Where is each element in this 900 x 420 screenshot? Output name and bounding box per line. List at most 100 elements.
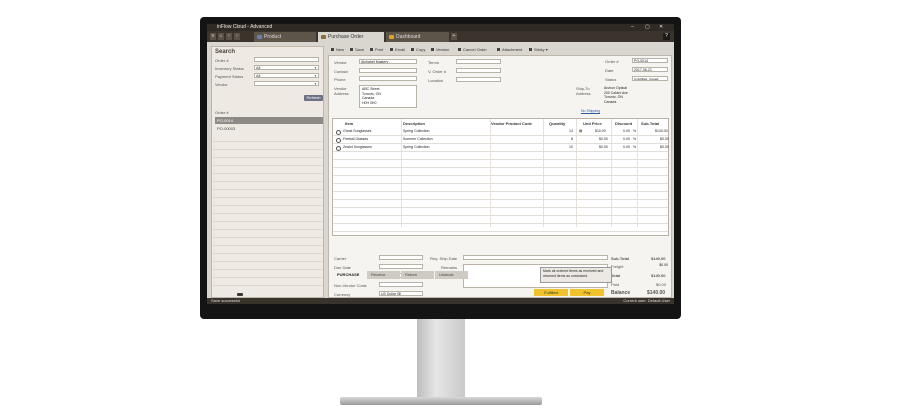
close-button[interactable]: ✕ — [659, 24, 663, 31]
column-header-vendor-code[interactable]: Vendor Product Code — [491, 121, 532, 126]
tab-purchase-order[interactable]: Purchase Order — [318, 32, 384, 42]
back-icon[interactable]: ‹ — [226, 33, 232, 40]
chevron-down-icon: ▼ — [314, 74, 317, 78]
pay-button[interactable]: Pay — [570, 289, 604, 296]
table-row[interactable] — [333, 160, 668, 168]
vendor-order-label: V. Order # — [428, 69, 447, 74]
phone-input[interactable] — [359, 76, 417, 81]
refresh-button[interactable]: Refresh — [304, 95, 323, 101]
current-user: Current user: Default User — [623, 298, 670, 303]
fulfilled-button[interactable]: Fulfilled — [534, 289, 568, 296]
order-list-header[interactable]: Order # — [215, 110, 229, 115]
description-cell[interactable]: Spring Collection — [403, 129, 429, 133]
table-row[interactable] — [333, 216, 668, 224]
quantity-cell[interactable]: 14 — [569, 129, 573, 133]
vendor-address-box[interactable]: ABC Street Toronto, ON Canada H0H 0H0 — [359, 85, 417, 108]
column-header-discount[interactable]: Discount — [615, 121, 632, 126]
no-shipping-link[interactable]: No Shipping — [581, 109, 600, 113]
carrier-select[interactable] — [379, 255, 423, 260]
table-row[interactable] — [333, 152, 668, 160]
item-cell[interactable]: Zealot Sunglasses — [343, 145, 372, 149]
document-icon[interactable]: ▤ — [579, 129, 582, 133]
help-button[interactable]: ? — [663, 33, 670, 40]
tab-dashboard[interactable]: Dashboard — [386, 32, 449, 42]
table-row[interactable] — [333, 176, 668, 184]
row-select-radio[interactable] — [336, 146, 341, 151]
quantity-cell[interactable]: 8 — [571, 137, 573, 141]
save-button[interactable]: Save — [350, 47, 364, 52]
order-list-item[interactable]: PO-00003 — [215, 125, 323, 132]
menu-icon[interactable]: ≡ — [210, 33, 216, 40]
order-items-table: Item Description Vendor Product Code Qua… — [332, 118, 669, 236]
vendor-select[interactable]: ▼ — [254, 81, 319, 86]
column-header-item[interactable]: Item — [345, 121, 353, 126]
print-button[interactable]: Print — [370, 47, 383, 52]
minimize-button[interactable]: – — [631, 24, 634, 31]
table-row[interactable]: Zealot Sunglasses Spring Collection 10 $… — [333, 144, 669, 152]
currency-select[interactable]: US Dollar ($) — [379, 291, 423, 296]
home-icon[interactable]: ⌂ — [218, 33, 224, 40]
table-row[interactable] — [333, 200, 668, 208]
cancel-order-button[interactable]: Cancel Order — [458, 47, 487, 52]
non-vendor-costs-select[interactable] — [379, 282, 423, 287]
location-select[interactable] — [456, 77, 501, 82]
add-tab-button[interactable]: + — [451, 33, 457, 40]
quantity-cell[interactable]: 10 — [569, 145, 573, 149]
column-header-sub-total[interactable]: Sub-Total — [641, 121, 659, 126]
ship-to-address[interactable]: Archon Optical 200 Calder Ave Toronto, O… — [602, 85, 668, 107]
table-row[interactable]: Ghost Sunglasses Spring Collection 14 ▤ … — [333, 128, 668, 136]
table-row[interactable] — [333, 208, 668, 216]
copy-button[interactable]: Copy — [411, 47, 425, 52]
column-header-description[interactable]: Description — [403, 121, 425, 126]
unit-price-cell[interactable]: $10.00 — [595, 129, 606, 133]
row-select-radio[interactable] — [336, 138, 341, 143]
req-ship-date-input[interactable] — [463, 255, 608, 260]
tab-purchase[interactable]: PURCHASE — [333, 271, 366, 279]
contact-input[interactable] — [359, 68, 417, 73]
vendor-order-input[interactable] — [456, 68, 501, 73]
description-cell[interactable]: Summer Collection — [403, 137, 433, 141]
sticky-button[interactable]: Sticky ▾ — [529, 47, 548, 52]
date-input[interactable]: 2017-06-21 — [632, 67, 668, 72]
vendor-select[interactable]: Alphabet Mastery — [359, 59, 417, 64]
item-cell[interactable]: Ghost Sunglasses — [343, 129, 371, 133]
inventory-status-select[interactable]: All ▼ — [254, 65, 319, 70]
percent-label: % — [633, 129, 637, 133]
unit-price-cell[interactable]: $0.00 — [599, 137, 608, 141]
order-number-input[interactable]: PO-0014 — [632, 58, 668, 63]
attachment-button[interactable]: Attachment — [497, 47, 522, 52]
tab-receive[interactable]: Receive — [367, 271, 400, 279]
discount-cell[interactable]: 0.00 — [623, 145, 630, 149]
table-row[interactable] — [333, 168, 668, 176]
description-cell[interactable]: Spring Collection — [403, 145, 429, 149]
tab-product[interactable]: Product — [254, 32, 316, 42]
table-row[interactable] — [333, 192, 668, 200]
freight-input[interactable]: $0.00 — [641, 263, 668, 268]
terms-select[interactable] — [456, 59, 501, 64]
order-list-item[interactable]: PO-0014 — [215, 117, 323, 124]
list-divider — [213, 285, 323, 286]
forward-icon[interactable]: › — [234, 33, 240, 40]
inventory-status-label: Inventory Status — [215, 66, 244, 71]
column-header-quantity[interactable]: Quantity — [549, 121, 565, 126]
row-select-radio[interactable] — [336, 130, 341, 135]
table-row[interactable]: Fireball Glasses Summer Collection 8 $0.… — [333, 136, 669, 144]
maximize-button[interactable]: ▢ — [645, 24, 650, 31]
discount-cell[interactable]: 0.00 — [623, 137, 630, 141]
email-button[interactable]: Email — [390, 47, 405, 52]
tab-unstock[interactable]: Unstock — [435, 271, 468, 279]
table-row[interactable] — [333, 224, 668, 232]
item-cell[interactable]: Fireball Glasses — [343, 137, 368, 141]
table-row[interactable] — [333, 184, 668, 192]
version-button[interactable]: Version — [431, 47, 449, 52]
new-button[interactable]: New — [331, 47, 344, 52]
tab-return[interactable]: Return — [401, 271, 434, 279]
column-header-unit-price[interactable]: Unit Price — [583, 121, 602, 126]
discount-cell[interactable]: 0.00 — [623, 129, 630, 133]
due-date-input[interactable] — [379, 264, 423, 269]
order-number-input[interactable] — [254, 57, 319, 62]
unit-price-cell[interactable]: $0.00 — [599, 145, 608, 149]
list-divider — [213, 165, 323, 166]
print-icon — [370, 48, 373, 51]
payment-status-select[interactable]: All ▼ — [254, 73, 319, 78]
